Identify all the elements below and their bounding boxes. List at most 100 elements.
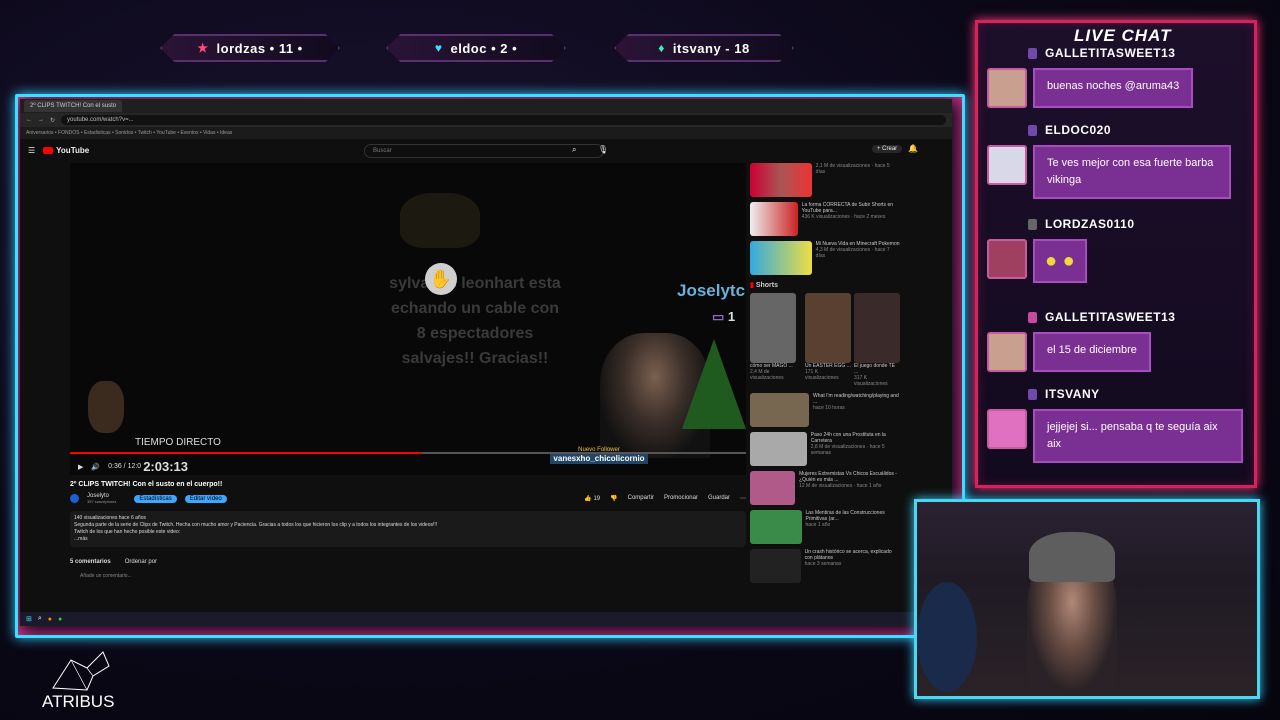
stream-timer: 2:03:13 (143, 459, 189, 474)
video-thumbnail[interactable] (750, 471, 796, 505)
raid-alert-text: sylvanas leonhart esta echando un cable … (360, 271, 590, 371)
player-controls: ▶ 🔊 0:36 / 12:0 2:03:13 (78, 459, 188, 474)
avatar (987, 68, 1027, 108)
video-item-title: Mujeres Extremistas Vs Chicos Escuálidos… (799, 471, 897, 483)
desc-text: Segunda parte de la serie de Clips de Tw… (74, 522, 438, 528)
list-item[interactable]: Paso 24h con una Prostituta en la Carret… (750, 432, 900, 466)
desc-views: 140 visualizaciones hace 6 años (74, 515, 146, 521)
video-thumbnail[interactable] (750, 393, 810, 427)
taskbar: ⊞ ⌕ ● ● (20, 612, 958, 626)
list-item[interactable]: 2,1 M de visualizaciones · hace 5 días (750, 163, 900, 197)
search-icon[interactable]: ⌕ (38, 615, 42, 623)
chat-username: LORDZAS0110 (1028, 217, 1135, 231)
list-item[interactable]: Un crash histórico se acerca, explicado … (750, 549, 900, 583)
promote-button[interactable]: Promocionar (664, 495, 698, 502)
search-icon[interactable]: ⌕ (572, 145, 576, 155)
video-player[interactable]: sylvanas leonhart esta echando un cable … (70, 163, 746, 475)
youtube-brand: YouTube (56, 145, 90, 155)
banner-lordzas: ★ lordzas • 11 • (160, 34, 340, 62)
short-item[interactable]: cómo ser MAGO ... 2,4 M de visualizacione… (750, 293, 802, 387)
tab-title: 2º CLIPS TWITCH! Con el susto (30, 103, 117, 109)
username-text: LORDZAS0110 (1045, 217, 1135, 231)
banner-itsvany: ♦ itsvany - 18 (614, 34, 794, 62)
url-field[interactable]: youtube.com/watch?v=... (61, 115, 946, 125)
youtube-logo[interactable]: YouTube (43, 146, 89, 155)
forward-icon[interactable]: → (38, 117, 44, 123)
short-item[interactable]: Un EASTER EGG ... 171 K visualizaciones (805, 293, 851, 387)
video-item-meta: 2,8 M de visualizaciones · hace 5 semana… (810, 444, 885, 456)
video-thumbnail[interactable] (750, 510, 802, 544)
video-item-meta: 4,3 M de visualizaciones · hace 7 días (815, 247, 890, 259)
search-input[interactable]: Buscar (364, 144, 604, 158)
video-thumbnail[interactable] (750, 202, 798, 236)
chat-title: LIVE CHAT (1074, 26, 1172, 45)
video-title: 2º CLIPS TWITCH! Con el susto en el cuer… (70, 481, 223, 488)
shorts-row: cómo ser MAGO ... 2,4 M de visualizacione… (750, 293, 900, 387)
chat-message: jejjejej si... pensaba q te seguía aix a… (987, 409, 1243, 463)
progress-bar[interactable] (70, 452, 746, 454)
play-icon[interactable]: ▶ (78, 463, 83, 471)
like-button[interactable]: 👍 19 (584, 495, 600, 502)
shorts-header: ▮ Shorts (750, 281, 900, 289)
volume-icon[interactable]: 🔊 (91, 463, 100, 471)
desc-more[interactable]: ...más (74, 536, 742, 543)
video-thumbnail[interactable] (750, 432, 807, 466)
chat-bubble: buenas noches @aruma43 (1033, 68, 1194, 108)
short-item[interactable]: El juego donde TE ... 317 K visualizacion… (854, 293, 900, 387)
more-icon[interactable]: ⋯ (740, 495, 746, 502)
back-icon[interactable]: ← (26, 117, 32, 123)
dislike-icon[interactable]: 👎 (610, 495, 617, 502)
app-icon[interactable]: ● (48, 616, 52, 623)
share-button[interactable]: Compartir (628, 495, 654, 502)
raid-line-2: echando un cable con (390, 300, 560, 317)
comments-count: 5 comentarios (70, 559, 111, 565)
video-thumbnail[interactable] (750, 163, 812, 197)
pikachu-emote-icon: ● (1062, 250, 1075, 272)
bell-icon[interactable]: 🔔 (908, 144, 918, 153)
short-title: El juego donde TE ... (854, 363, 896, 375)
raid-line-1: sylvanas leonhart esta (389, 275, 561, 292)
chat-bubble: Te ves mejor con esa fuerte barba viking… (1033, 145, 1231, 199)
chat-bubble-icon: ▭ (712, 309, 725, 324)
list-item[interactable]: Las Mentiras de las Construcciones Primi… (750, 510, 900, 544)
avatar (987, 409, 1027, 449)
like-count: 19 (593, 496, 601, 502)
edit-video-button[interactable]: Editar vídeo (184, 494, 227, 503)
reload-icon[interactable]: ↻ (50, 117, 55, 124)
avatar (987, 332, 1027, 372)
tab-bar: 2º CLIPS TWITCH! Con el susto (20, 99, 952, 113)
video-thumbnail[interactable] (750, 549, 801, 583)
video-item-title: Las Mentiras de las Construcciones Primi… (805, 510, 885, 522)
menu-icon[interactable]: ☰ (28, 146, 35, 155)
app-icon[interactable]: ● (58, 616, 62, 623)
chat-bubble: jejjejej si... pensaba q te seguía aix a… (1033, 409, 1243, 463)
description-box[interactable]: 140 visualizaciones hace 6 años Segunda … (70, 511, 746, 547)
video-item-title: La forma CORRECTA de Subir Shorts en You… (801, 202, 894, 214)
badge-icon (1028, 388, 1037, 400)
tab-active[interactable]: 2º CLIPS TWITCH! Con el susto (24, 100, 123, 112)
stats-button[interactable]: Estadísticas (134, 494, 177, 503)
list-item[interactable]: What I'm reading/watching/playing and ..… (750, 393, 900, 427)
list-item[interactable]: La forma CORRECTA de Subir Shorts en You… (750, 202, 900, 236)
badge-icon (1028, 218, 1037, 230)
badge-icon (1028, 311, 1037, 323)
short-thumbnail (805, 293, 851, 363)
video-thumbnail[interactable] (750, 241, 812, 275)
create-button[interactable]: + Crear (872, 145, 903, 153)
video-item-title: Un crash histórico se acerca, explicado … (804, 549, 892, 561)
chat-message: ● ● (987, 239, 1087, 283)
windows-icon[interactable]: ⊞ (26, 615, 32, 623)
short-thumbnail (854, 293, 900, 363)
channel-avatar[interactable] (70, 494, 79, 503)
sort-button[interactable]: Ordenar por (125, 559, 157, 565)
list-item[interactable]: Mujeres Extremistas Vs Chicos Escuálidos… (750, 471, 900, 505)
bookmarks-bar[interactable]: Aniversarios • FONDOS • Estadisticas • S… (20, 127, 952, 139)
mic-icon[interactable]: 🎙 (598, 145, 608, 154)
video-meta: 2º CLIPS TWITCH! Con el susto en el cuer… (70, 481, 746, 579)
save-button[interactable]: Guardar (708, 495, 730, 502)
pikachu-emote-icon: ● (1045, 250, 1058, 272)
headphones (917, 582, 977, 692)
add-comment-input[interactable]: Añade un comentario... (80, 573, 746, 579)
list-item[interactable]: Mi Nueva Vida en Minecraft Pokemon 4,3 M … (750, 241, 900, 275)
cat-guitar (88, 381, 124, 433)
